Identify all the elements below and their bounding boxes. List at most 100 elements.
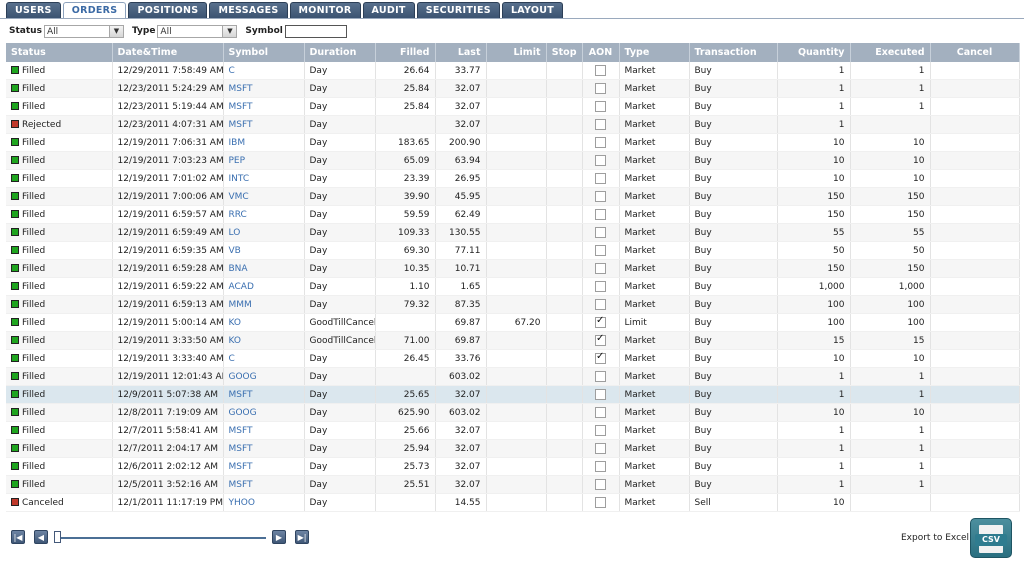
cancel-cell[interactable] <box>930 79 1020 98</box>
aon-checkbox[interactable] <box>595 137 606 148</box>
symbol-cell[interactable]: PEP <box>223 151 305 170</box>
table-row[interactable]: Filled 12/19/2011 7:01:02 AM INTC Day 23.39 2… <box>6 169 1020 188</box>
aon-checkbox[interactable] <box>595 389 606 400</box>
symbol-cell[interactable]: IBM <box>223 133 305 152</box>
column-header-transaction[interactable]: Transaction <box>689 43 778 62</box>
symbol-cell[interactable]: MSFT <box>223 385 305 404</box>
symbol-cell[interactable]: MSFT <box>223 475 305 494</box>
symbol-cell[interactable]: MSFT <box>223 79 305 98</box>
aon-checkbox[interactable] <box>595 281 606 292</box>
cancel-cell[interactable] <box>930 385 1020 404</box>
next-page-icon[interactable]: ▶ <box>272 530 286 544</box>
column-header-status[interactable]: Status <box>6 43 113 62</box>
symbol-cell[interactable]: C <box>223 62 305 80</box>
aon-checkbox[interactable] <box>595 315 606 328</box>
table-row[interactable]: Filled 12/19/2011 6:59:49 AM LO Day 109.33 13… <box>6 223 1020 242</box>
cancel-cell[interactable] <box>930 62 1020 80</box>
type-filter-select[interactable]: All ▼ <box>157 24 238 38</box>
cancel-cell[interactable] <box>930 115 1020 134</box>
symbol-cell[interactable]: RRC <box>223 205 305 224</box>
aon-checkbox[interactable] <box>595 65 606 76</box>
tab-audit[interactable]: AUDIT <box>362 2 415 18</box>
cancel-cell[interactable] <box>930 349 1020 368</box>
cancel-cell[interactable] <box>930 295 1020 314</box>
column-header-duration[interactable]: Duration <box>304 43 376 62</box>
column-header-datetime[interactable]: Date&Time <box>112 43 224 62</box>
cancel-cell[interactable] <box>930 331 1020 350</box>
symbol-cell[interactable]: BNA <box>223 259 305 278</box>
aon-checkbox[interactable] <box>595 479 606 490</box>
last-page-icon[interactable]: ▶| <box>295 530 309 544</box>
aon-checkbox[interactable] <box>595 191 606 202</box>
table-row[interactable]: Filled 12/19/2011 6:59:22 AM ACAD Day 1.10 1.… <box>6 277 1020 296</box>
cancel-cell[interactable] <box>930 313 1020 332</box>
aon-checkbox[interactable] <box>595 333 606 346</box>
cancel-cell[interactable] <box>930 133 1020 152</box>
symbol-cell[interactable]: MSFT <box>223 421 305 440</box>
cancel-cell[interactable] <box>930 223 1020 242</box>
aon-checkbox[interactable] <box>595 351 606 364</box>
table-row[interactable]: Filled 12/19/2011 6:59:13 AM MMM Day 79.32 87… <box>6 295 1020 314</box>
column-header-filled[interactable]: Filled <box>375 43 436 62</box>
symbol-cell[interactable]: MSFT <box>223 457 305 476</box>
cancel-cell[interactable] <box>930 493 1020 512</box>
aon-checkbox[interactable] <box>595 299 606 310</box>
table-row[interactable]: Canceled 12/1/2011 11:17:19 PM YHOO Day 14.5… <box>6 493 1020 512</box>
column-header-cancel[interactable]: Cancel <box>930 43 1020 62</box>
symbol-filter-input[interactable] <box>284 24 347 38</box>
symbol-cell[interactable]: MSFT <box>223 115 305 134</box>
chevron-down-icon[interactable]: ▼ <box>222 25 237 37</box>
aon-checkbox[interactable] <box>595 173 606 184</box>
column-header-stop[interactable]: Stop <box>546 43 583 62</box>
symbol-cell[interactable]: MMM <box>223 295 305 314</box>
page-slider[interactable] <box>54 530 266 544</box>
aon-checkbox[interactable] <box>595 461 606 472</box>
table-row[interactable]: Filled 12/19/2011 6:59:35 AM VB Day 69.30 77.… <box>6 241 1020 260</box>
column-header-quantity[interactable]: Quantity <box>777 43 851 62</box>
tab-securities[interactable]: SECURITIES <box>416 2 500 18</box>
cancel-cell[interactable] <box>930 187 1020 206</box>
column-header-last[interactable]: Last <box>435 43 487 62</box>
aon-checkbox[interactable] <box>595 155 606 166</box>
symbol-cell[interactable]: VB <box>223 241 305 260</box>
tab-users[interactable]: USERS <box>6 2 61 18</box>
cancel-cell[interactable] <box>930 169 1020 188</box>
table-row[interactable]: Filled 12/6/2011 2:02:12 AM MSFT Day 25.73 32… <box>6 457 1020 476</box>
cancel-cell[interactable] <box>930 475 1020 494</box>
symbol-cell[interactable]: MSFT <box>223 439 305 458</box>
symbol-cell[interactable]: GOOG <box>223 403 305 422</box>
table-row[interactable]: Filled 12/5/2011 3:52:16 AM MSFT Day 25.51 32… <box>6 475 1020 494</box>
table-row[interactable]: Rejected 12/23/2011 4:07:31 AM MSFT Day 32.0… <box>6 115 1020 134</box>
table-row[interactable]: Filled 12/19/2011 7:06:31 AM IBM Day 183.65 2… <box>6 133 1020 152</box>
column-header-executed[interactable]: Executed <box>850 43 931 62</box>
cancel-cell[interactable] <box>930 439 1020 458</box>
table-row[interactable]: Filled 12/19/2011 6:59:28 AM BNA Day 10.35 10… <box>6 259 1020 278</box>
table-row[interactable]: Filled 12/19/2011 3:33:40 AM C Day 26.45 33.7… <box>6 349 1020 368</box>
tab-layout[interactable]: LAYOUT <box>501 2 564 18</box>
aon-checkbox[interactable] <box>595 227 606 238</box>
cancel-cell[interactable] <box>930 151 1020 170</box>
table-row[interactable]: Filled 12/19/2011 3:33:50 AM KO GoodTillCan… <box>6 331 1020 350</box>
aon-checkbox[interactable] <box>595 83 606 94</box>
column-header-type[interactable]: Type <box>619 43 690 62</box>
column-header-symbol[interactable]: Symbol <box>223 43 305 62</box>
tab-monitor[interactable]: MONITOR <box>289 2 361 18</box>
cancel-cell[interactable] <box>930 403 1020 422</box>
tab-messages[interactable]: MESSAGES <box>209 2 288 18</box>
table-row[interactable]: Filled 12/9/2011 5:07:38 AM MSFT Day 25.65 32… <box>6 385 1020 404</box>
cancel-cell[interactable] <box>930 205 1020 224</box>
aon-checkbox[interactable] <box>595 101 606 112</box>
cancel-cell[interactable] <box>930 241 1020 260</box>
table-row[interactable]: Filled 12/29/2011 7:58:49 AM C Day 26.64 33.7… <box>6 62 1020 80</box>
table-row[interactable]: Filled 12/8/2011 7:19:09 AM GOOG Day 625.90 6… <box>6 403 1020 422</box>
table-row[interactable]: Filled 12/19/2011 6:59:57 AM RRC Day 59.59 62… <box>6 205 1020 224</box>
symbol-cell[interactable]: LO <box>223 223 305 242</box>
cancel-cell[interactable] <box>930 259 1020 278</box>
symbol-cell[interactable]: C <box>223 349 305 368</box>
page-slider-thumb[interactable] <box>54 531 61 543</box>
status-filter-select[interactable]: All ▼ <box>43 24 124 38</box>
table-row[interactable]: Filled 12/19/2011 5:00:14 AM KO GoodTillCan… <box>6 313 1020 332</box>
chevron-down-icon[interactable]: ▼ <box>108 25 123 37</box>
symbol-cell[interactable]: YHOO <box>223 493 305 512</box>
aon-checkbox[interactable] <box>595 371 606 382</box>
